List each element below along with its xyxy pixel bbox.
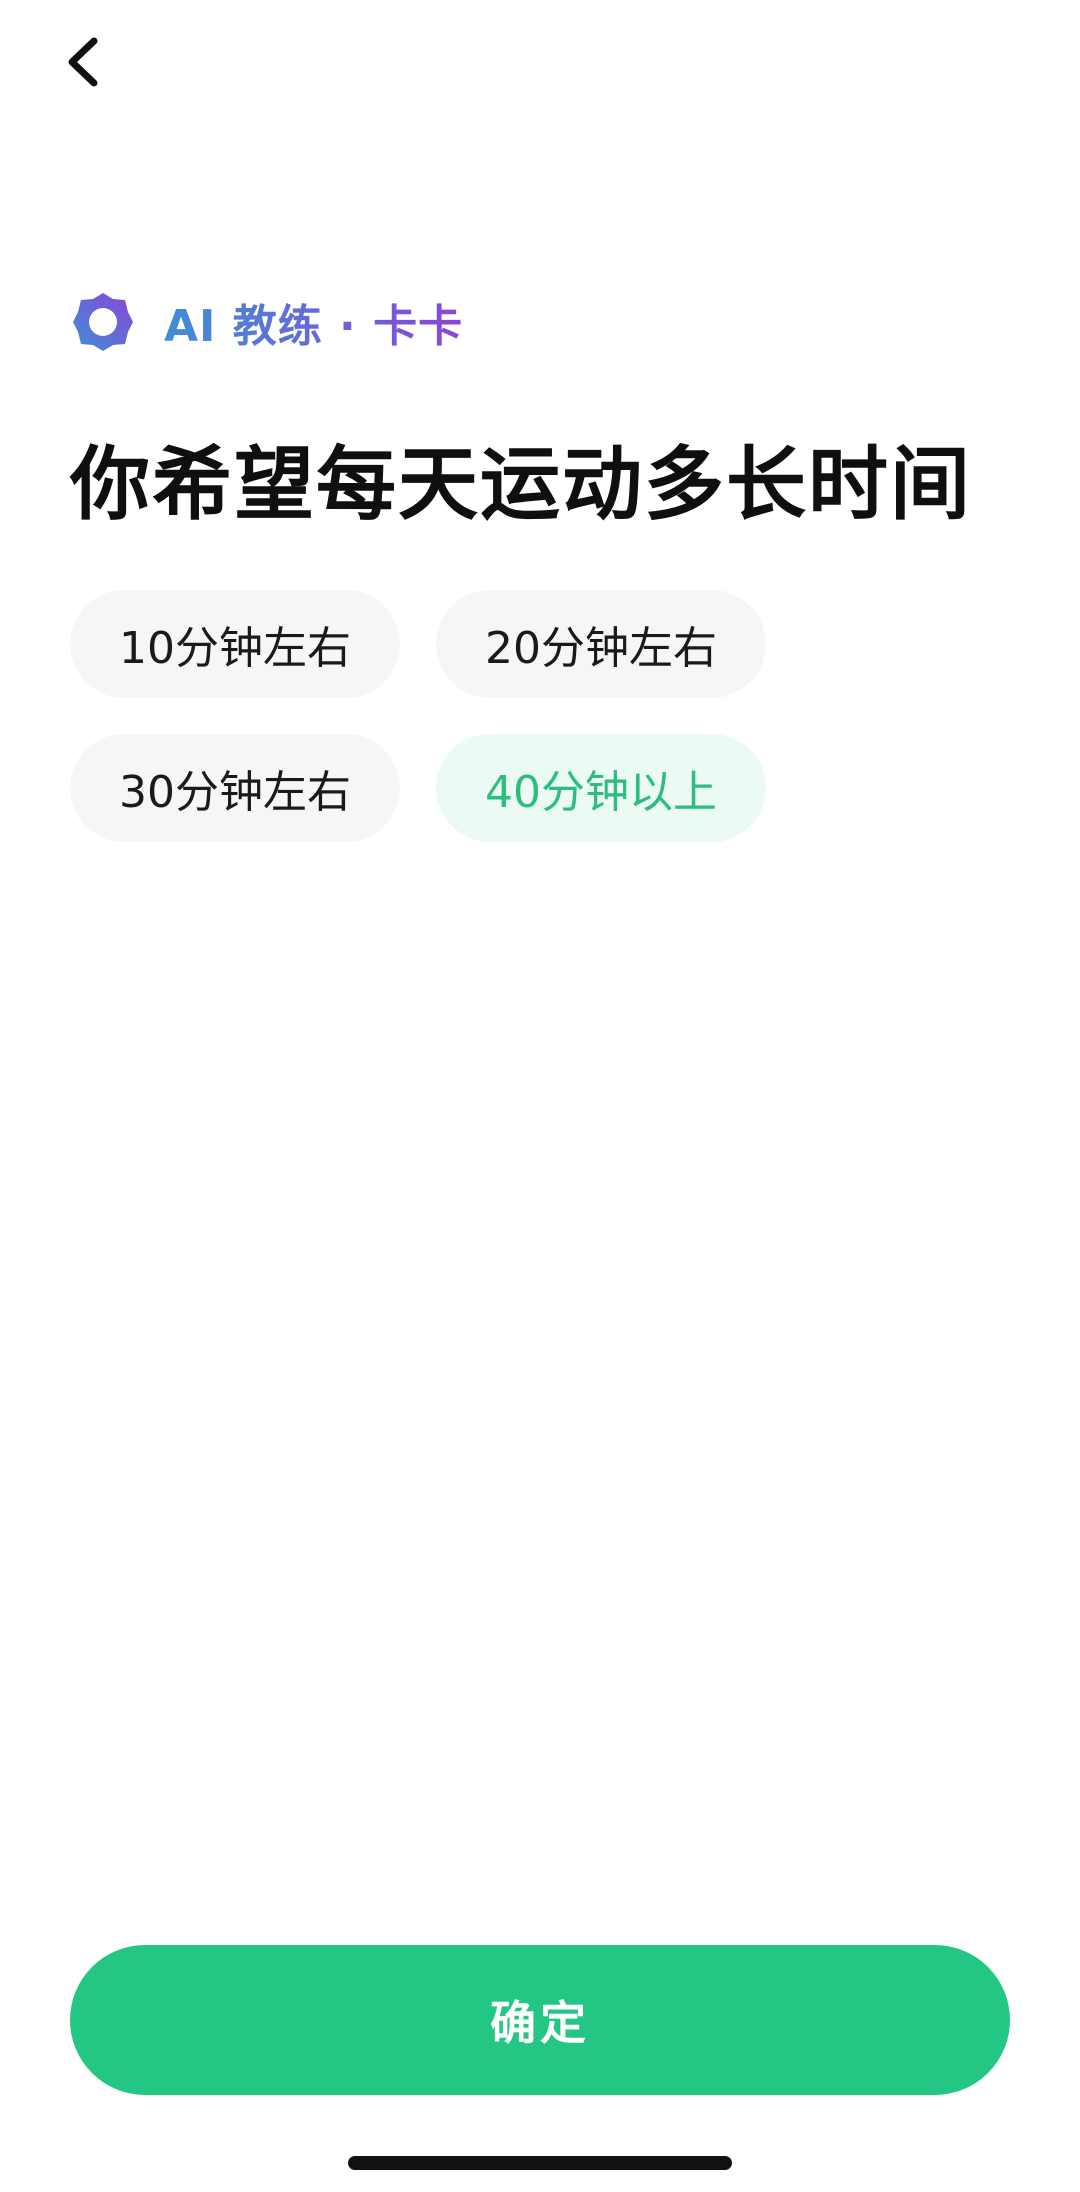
coach-header: AI 教练 · 卡卡	[72, 290, 463, 354]
page-title: 你希望每天运动多长时间	[70, 438, 972, 531]
option-20min[interactable]: 20分钟左右	[436, 590, 766, 698]
confirm-button[interactable]: 确定	[70, 1945, 1010, 2095]
option-10min[interactable]: 10分钟左右	[70, 590, 400, 698]
ai-coach-logo-icon	[73, 293, 133, 351]
duration-options: 10分钟左右 20分钟左右 30分钟左右 40分钟以上	[70, 590, 830, 878]
option-row: 10分钟左右 20分钟左右	[70, 590, 830, 698]
chevron-left-icon	[68, 37, 98, 87]
option-40min-plus[interactable]: 40分钟以上	[436, 734, 766, 842]
option-row: 30分钟左右 40分钟以上	[70, 734, 830, 842]
coach-name-label: AI 教练 · 卡卡	[164, 290, 463, 354]
back-button[interactable]	[52, 30, 116, 94]
option-30min[interactable]: 30分钟左右	[70, 734, 400, 842]
home-indicator	[348, 2156, 732, 2170]
